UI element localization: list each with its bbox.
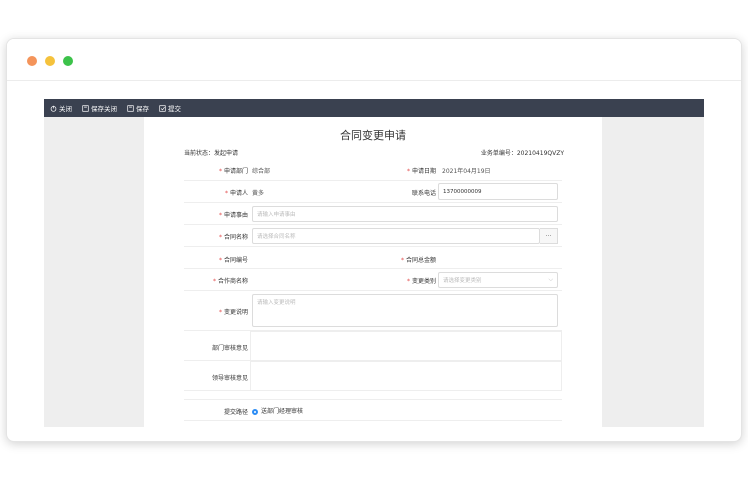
form-row-leader-review: 领导审核意见 bbox=[184, 361, 562, 391]
biz-no-value: 20210419QVZY bbox=[516, 150, 564, 157]
phone-label: 联系电话 bbox=[411, 190, 436, 197]
save-icon bbox=[127, 104, 134, 112]
save-button[interactable]: 保存 bbox=[127, 103, 149, 113]
dept-review-label: 部门审核意见 bbox=[211, 345, 248, 352]
close-button-label: 关闭 bbox=[59, 105, 72, 113]
save-button-label: 保存 bbox=[136, 105, 149, 113]
form-row-dept-date: * 申请部门 综合部 * 申请日期 2021年04月19日 bbox=[184, 159, 562, 181]
save-close-button-label: 保存关闭 bbox=[91, 105, 117, 113]
reason-label: * 申请事由 bbox=[218, 212, 248, 219]
contract-no-label: * 合同编号 bbox=[218, 257, 248, 264]
change-desc-textarea[interactable]: 请输入变更说明 bbox=[252, 294, 558, 327]
form-row-contract-no-total: * 合同编号 * 合同总金额 bbox=[184, 247, 562, 269]
dept-review-area bbox=[250, 331, 562, 361]
status-label: 当前状态： bbox=[184, 150, 215, 157]
form-row-partner-change-type: * 合作商名称 * 变更类别 请选择变更类别 ⌵ bbox=[184, 269, 562, 291]
form-title: 合同变更申请 bbox=[340, 129, 406, 142]
form-row-reason: * 申请事由 请输入申请事由 bbox=[184, 203, 562, 225]
change-type-select[interactable]: 请选择变更类别 ⌵ bbox=[438, 272, 558, 288]
applicant-label: * 申请人 bbox=[224, 190, 248, 197]
form-toolbar: 关闭 保存关闭 保存 提交 bbox=[44, 99, 704, 117]
close-window-dot[interactable] bbox=[27, 56, 37, 66]
app-area: 关闭 保存关闭 保存 提交 合同变更申请 当前状态：发起申请 业务单编号：202… bbox=[44, 99, 704, 427]
form-row-change-desc: * 变更说明 请输入变更说明 bbox=[184, 291, 562, 331]
biz-no-label: 业务单编号： bbox=[480, 150, 517, 157]
submit-icon bbox=[159, 104, 166, 112]
power-icon bbox=[50, 105, 57, 112]
close-button[interactable]: 关闭 bbox=[50, 103, 72, 113]
change-type-label: * 变更类别 bbox=[406, 278, 436, 285]
minimize-window-dot[interactable] bbox=[45, 56, 55, 66]
reason-input[interactable]: 请输入申请事由 bbox=[252, 206, 558, 222]
submit-button-label: 提交 bbox=[168, 105, 181, 113]
contract-total-label: * 合同总金额 bbox=[400, 257, 436, 264]
phone-field[interactable]: 13700000009 bbox=[438, 183, 558, 200]
leader-review-label: 领导审核意见 bbox=[211, 375, 248, 382]
form-row-contract-name: * 合同名称 请选择合同名称 ··· bbox=[184, 225, 562, 247]
chevron-down-icon: ⌵ bbox=[548, 276, 553, 283]
submit-button[interactable]: 提交 bbox=[159, 103, 181, 113]
radio-selected-icon bbox=[252, 408, 258, 415]
status-value: 发起申请 bbox=[214, 150, 239, 157]
leader-review-area bbox=[250, 361, 562, 391]
contract-name-input[interactable]: 请选择合同名称 bbox=[252, 228, 540, 244]
form-row-applicant-phone: * 申请人 黄多 联系电话 13700000009 bbox=[184, 181, 562, 203]
date-value: 2021年04月19日 bbox=[442, 168, 491, 175]
route-option[interactable]: 送部门经理审核 bbox=[252, 406, 303, 415]
dept-label: * 申请部门 bbox=[218, 168, 248, 175]
form-paper: 合同变更申请 当前状态：发起申请 业务单编号：20210419QVZY * 申请部… bbox=[144, 117, 602, 427]
applicant-value: 黄多 bbox=[252, 190, 265, 197]
save-close-button[interactable]: 保存关闭 bbox=[82, 103, 117, 113]
form-row-route: 提交路径 送部门经理审核 bbox=[184, 399, 562, 421]
window-titlebar bbox=[7, 39, 741, 81]
form-row-dept-review: 部门审核意见 bbox=[184, 331, 562, 361]
save-close-icon bbox=[82, 104, 89, 112]
maximize-window-dot[interactable] bbox=[63, 56, 73, 66]
partner-label: * 合作商名称 bbox=[212, 278, 248, 285]
contract-name-label: * 合同名称 bbox=[218, 234, 248, 241]
route-label: 提交路径 bbox=[223, 409, 248, 416]
contract-picker-button[interactable]: ··· bbox=[540, 228, 558, 244]
status-line: 当前状态：发起申请 bbox=[184, 148, 238, 157]
change-desc-label: * 变更说明 bbox=[218, 309, 248, 316]
dept-value: 综合部 bbox=[252, 168, 271, 175]
biz-no-line: 业务单编号：20210419QVZY bbox=[481, 148, 564, 157]
browser-window: 关闭 保存关闭 保存 提交 合同变更申请 当前状态：发起申请 业务单编号：202… bbox=[6, 38, 742, 442]
date-label: * 申请日期 bbox=[406, 168, 436, 175]
